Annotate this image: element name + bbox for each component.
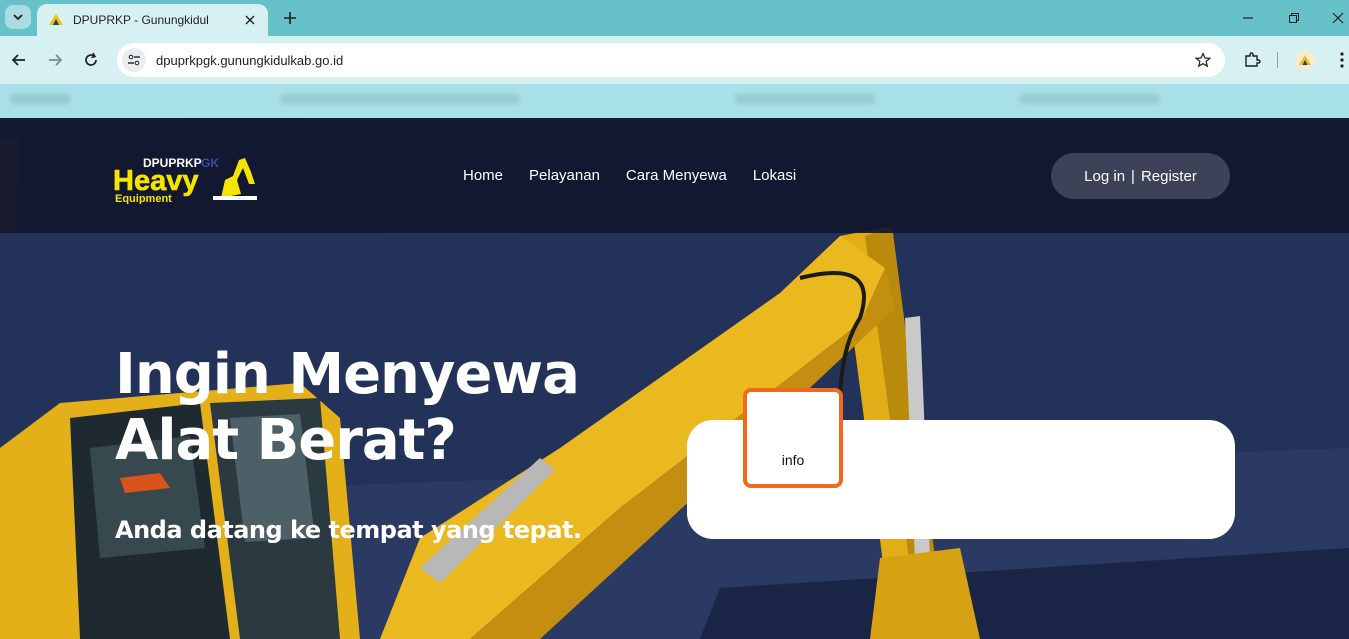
auth-separator: |: [1131, 167, 1135, 185]
nav-cara-menyewa[interactable]: Cara Menyewa: [626, 167, 727, 184]
browser-tab-active[interactable]: DPUPRKP - Gunungkidul: [37, 4, 268, 36]
browser-tab-bar: DPUPRKP - Gunungkidul: [0, 0, 1349, 36]
kebab-menu-icon: [1340, 52, 1344, 68]
tab-close-icon[interactable]: [242, 12, 258, 28]
main-navigation: Home Pelayanan Cara Menyewa Lokasi: [463, 167, 796, 184]
tab-title: DPUPRKP - Gunungkidul: [73, 13, 209, 27]
chevron-down-icon: [13, 14, 23, 21]
nav-pelayanan[interactable]: Pelayanan: [529, 167, 600, 184]
nav-lokasi[interactable]: Lokasi: [753, 167, 796, 184]
forward-button[interactable]: [43, 48, 67, 72]
info-label: info: [781, 452, 805, 468]
address-bar[interactable]: dpuprkpgk.gunungkidulkab.go.id: [117, 43, 1225, 77]
toolbar-divider: [1277, 52, 1278, 68]
dpuprkp-heavy-equipment-logo[interactable]: DPUPRKP GK Heavy Equipment: [113, 154, 258, 204]
minimize-icon: [1243, 17, 1253, 19]
website-viewport: DPUPRKP GK Heavy Equipment Home Pelayana…: [0, 118, 1349, 639]
close-window-button[interactable]: [1326, 6, 1349, 30]
puzzle-icon: [1245, 52, 1261, 67]
logo-suffix: GK: [201, 156, 219, 170]
url-text: dpuprkpgk.gunungkidulkab.go.id: [156, 52, 344, 68]
site-info-icon[interactable]: [122, 48, 146, 72]
site-header: DPUPRKP GK Heavy Equipment Home Pelayana…: [0, 118, 1349, 233]
hero-title-line1: Ingin Menyewa: [115, 342, 580, 407]
bookmarks-bar: [0, 84, 1349, 118]
login-link[interactable]: Log in: [1084, 168, 1125, 185]
reload-icon: [85, 52, 97, 66]
restore-icon: [1289, 13, 1299, 23]
excavator-logo-icon: [213, 158, 257, 200]
minimize-button[interactable]: [1236, 6, 1260, 30]
close-icon: [1332, 12, 1344, 24]
pupr-favicon-icon: [49, 14, 63, 25]
profile-icon: [1295, 50, 1315, 70]
bookmark-star-icon[interactable]: [1191, 48, 1215, 72]
hero-title-line2: Alat Berat?: [115, 408, 457, 473]
tab-search-button[interactable]: [5, 5, 31, 29]
reload-button[interactable]: [79, 48, 103, 72]
browser-toolbar: dpuprkpgk.gunungkidulkab.go.id: [0, 36, 1349, 84]
plus-icon: [284, 12, 296, 24]
browser-menu-button[interactable]: [1330, 48, 1349, 72]
arrow-right-icon: [49, 54, 63, 66]
new-tab-button[interactable]: [278, 6, 302, 30]
logo-line3: Equipment: [115, 193, 172, 204]
auth-pill: Log in | Register: [1051, 153, 1230, 199]
restore-button[interactable]: [1282, 6, 1306, 30]
back-button[interactable]: [7, 48, 31, 72]
info-tab-button[interactable]: info: [743, 388, 843, 488]
hero-title: Ingin Menyewa Alat Berat?: [115, 342, 580, 474]
hero-subtitle: Anda datang ke tempat yang tepat.: [115, 516, 582, 544]
extensions-button[interactable]: [1240, 48, 1264, 72]
profile-avatar[interactable]: [1293, 48, 1317, 72]
nav-home[interactable]: Home: [463, 167, 503, 184]
register-link[interactable]: Register: [1141, 168, 1197, 185]
arrow-left-icon: [11, 54, 25, 66]
